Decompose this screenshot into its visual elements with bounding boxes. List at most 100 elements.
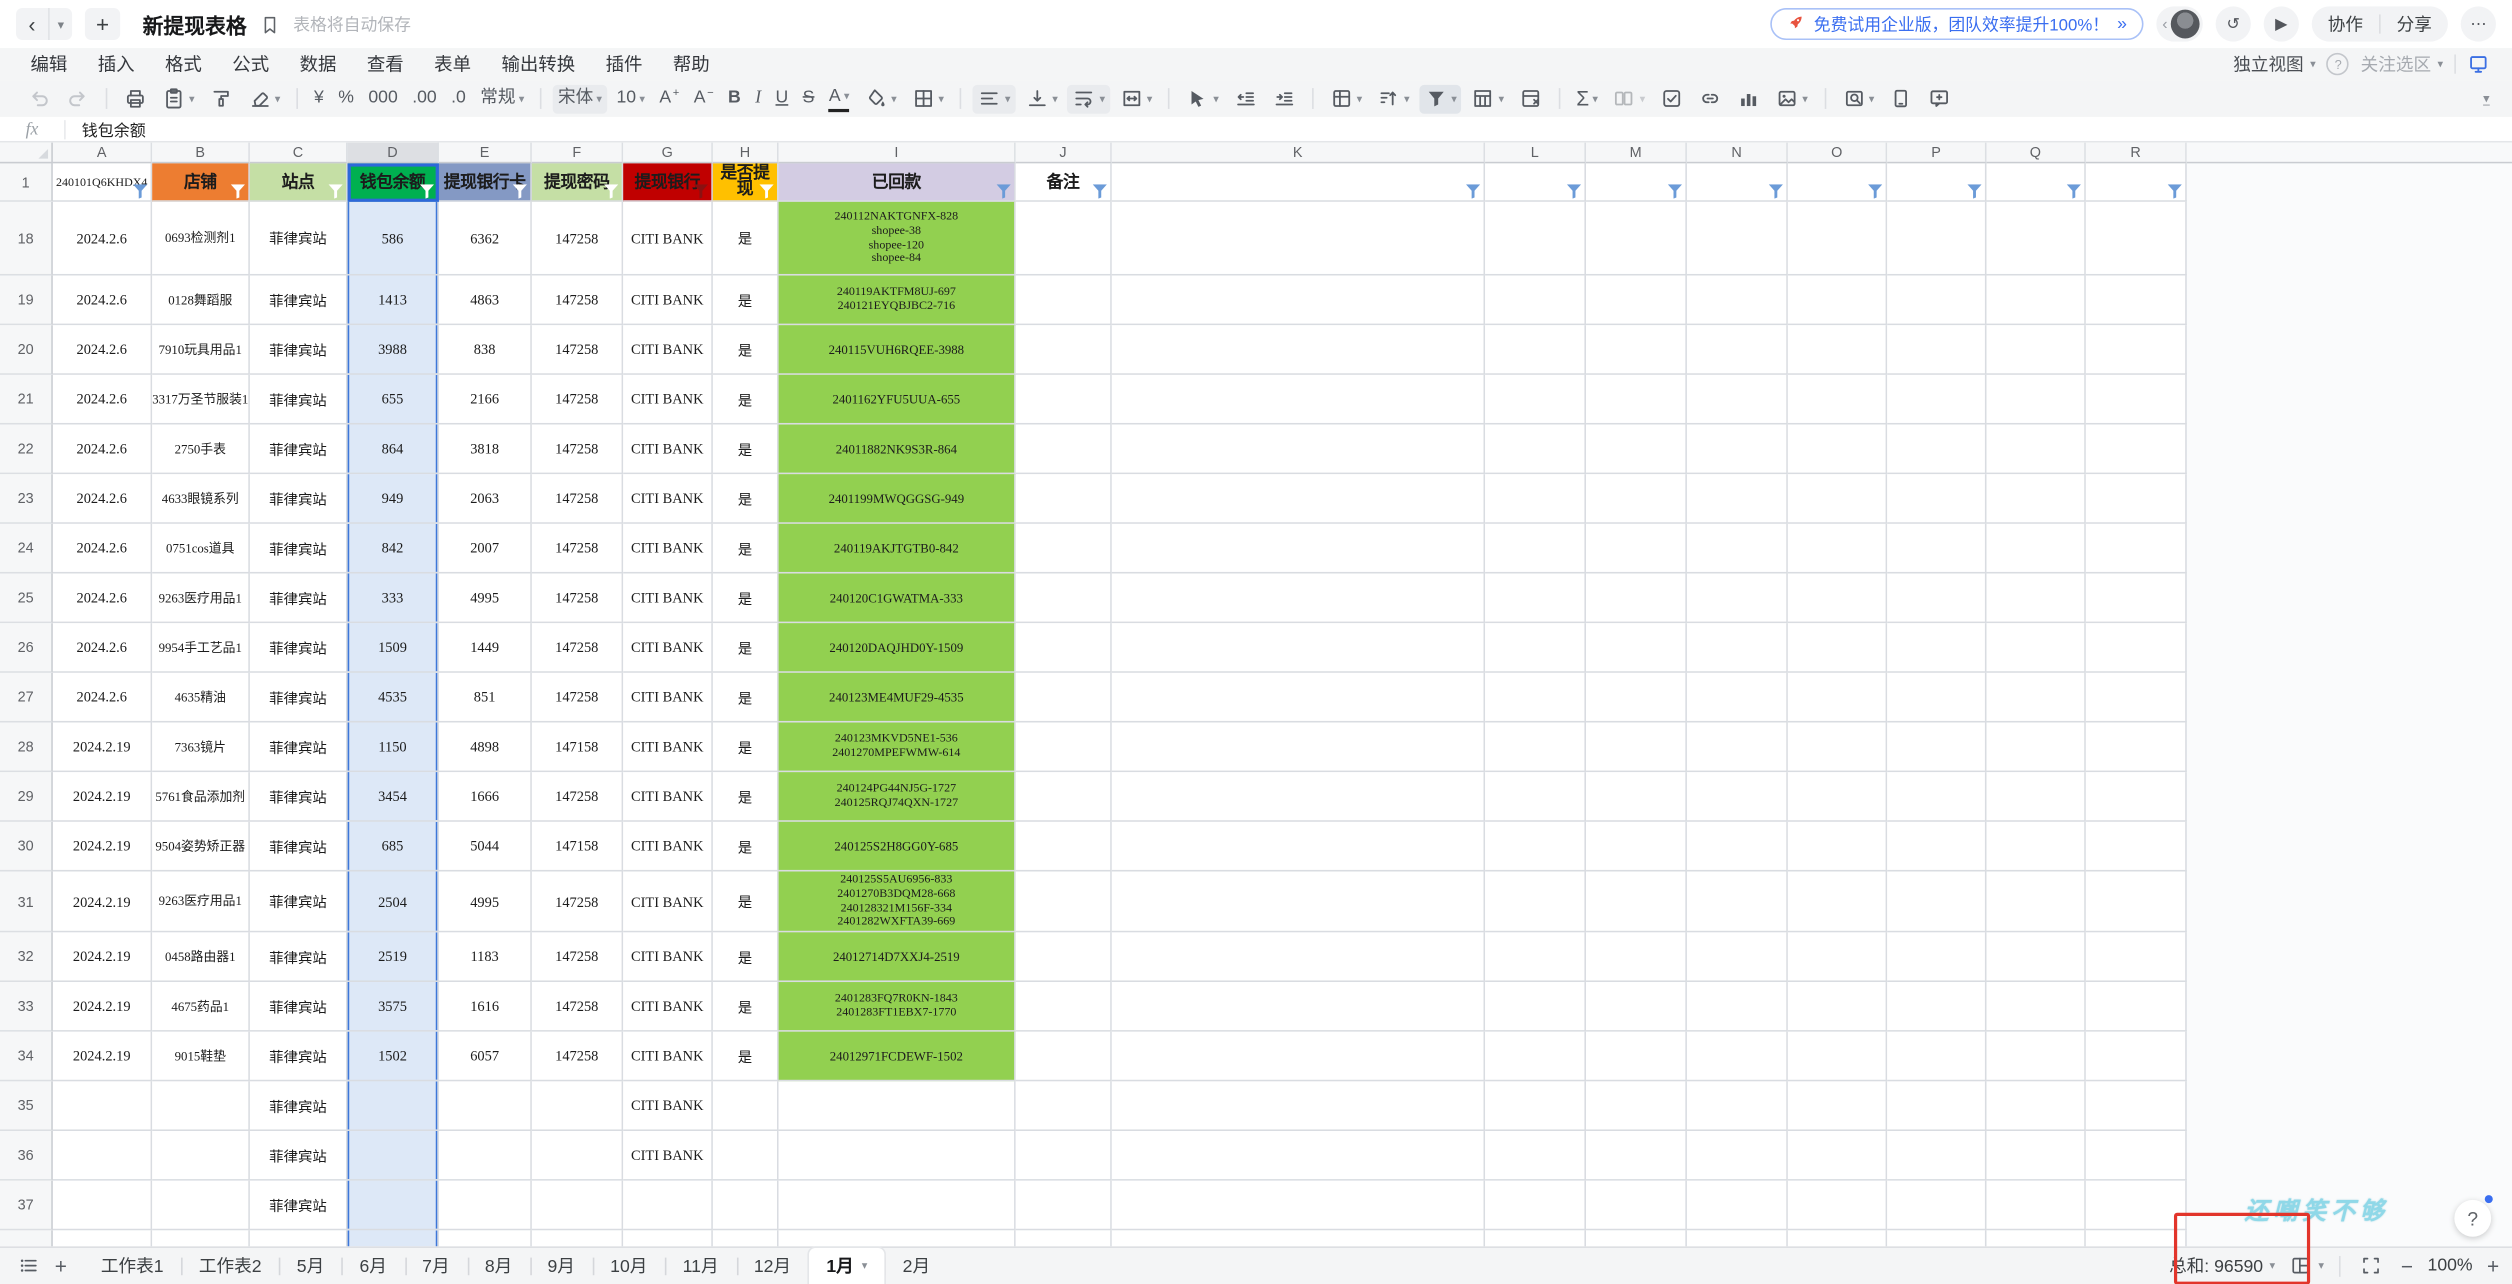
header-cell-K[interactable] <box>1112 163 1485 201</box>
cell-D20[interactable]: 3988 <box>348 325 439 375</box>
cell-C28[interactable]: 菲律宾站 <box>250 723 348 773</box>
cell-B35[interactable] <box>152 1081 250 1131</box>
cell-F27[interactable]: 147258 <box>532 673 623 723</box>
sheet-tab-3[interactable]: 5月 <box>279 1248 342 1284</box>
cell-M34[interactable] <box>1586 1032 1687 1082</box>
cell-G23[interactable]: CITI BANK <box>623 474 713 524</box>
cell-B29[interactable]: 5761食品添加剂 <box>152 772 250 822</box>
find-button[interactable]: ▾ <box>1837 84 1879 113</box>
cell-Q26[interactable] <box>1987 623 2086 673</box>
decrease-decimal-button[interactable]: .0 <box>446 84 470 113</box>
cell-K25[interactable] <box>1112 574 1485 624</box>
cell-H29[interactable]: 是 <box>713 772 779 822</box>
sheet-tab-1[interactable]: 工作表1 <box>83 1248 181 1284</box>
column-header-M[interactable]: M <box>1586 143 1687 164</box>
sheet-tab-8[interactable]: 10月 <box>593 1248 665 1284</box>
cell-I18[interactable]: 240112NAKTGNFX-828shopee-38shopee-120sho… <box>779 202 1016 276</box>
cell-J37[interactable] <box>1016 1181 1112 1231</box>
cell-E28[interactable]: 4898 <box>439 723 532 773</box>
column-header-H[interactable]: H <box>713 143 779 164</box>
hyperlink-button[interactable] <box>1693 84 1727 113</box>
cell-L25[interactable] <box>1485 574 1586 624</box>
cell-J33[interactable] <box>1016 982 1112 1032</box>
header-cell-C[interactable]: 站点 <box>250 163 348 201</box>
cell-K31[interactable] <box>1112 872 1485 933</box>
underline-button[interactable]: U <box>771 84 793 113</box>
cell-G36[interactable]: CITI BANK <box>623 1131 713 1181</box>
cell-O31[interactable] <box>1788 872 1887 933</box>
font-size-button[interactable]: 10▾ <box>612 84 650 113</box>
cell-K23[interactable] <box>1112 474 1485 524</box>
sheet-tab-7[interactable]: 9月 <box>530 1248 593 1284</box>
column-header-A[interactable]: A <box>53 143 152 164</box>
cell-R38[interactable] <box>2086 1230 2187 1246</box>
cell-I21[interactable]: 2401162YFU5UUA-655 <box>779 375 1016 425</box>
cell-D35[interactable] <box>348 1081 439 1131</box>
cell-E34[interactable]: 6057 <box>439 1032 532 1082</box>
cell-E23[interactable]: 2063 <box>439 474 532 524</box>
menu-item-4[interactable]: 公式 <box>232 51 269 77</box>
cell-D22[interactable]: 864 <box>348 425 439 475</box>
cell-Q22[interactable] <box>1987 425 2086 475</box>
zoom-level[interactable]: 100% <box>2428 1256 2473 1275</box>
cell-Q35[interactable] <box>1987 1081 2086 1131</box>
filter-funnel-icon[interactable] <box>1967 184 1981 198</box>
cell-G32[interactable]: CITI BANK <box>623 932 713 982</box>
cell-R29[interactable] <box>2086 772 2187 822</box>
cell-R28[interactable] <box>2086 723 2187 773</box>
cell-C35[interactable]: 菲律宾站 <box>250 1081 348 1131</box>
cell-E29[interactable]: 1666 <box>439 772 532 822</box>
cell-L36[interactable] <box>1485 1131 1586 1181</box>
cell-Q23[interactable] <box>1987 474 2086 524</box>
cell-P30[interactable] <box>1887 822 1986 872</box>
cell-G34[interactable]: CITI BANK <box>623 1032 713 1082</box>
header-cell-B[interactable]: 店铺 <box>152 163 250 201</box>
cell-E38[interactable] <box>439 1230 532 1246</box>
cell-N35[interactable] <box>1687 1081 1788 1131</box>
cell-Q21[interactable] <box>1987 375 2086 425</box>
cell-B34[interactable]: 9015鞋垫 <box>152 1032 250 1082</box>
cell-M24[interactable] <box>1586 524 1687 574</box>
cell-D38[interactable] <box>348 1230 439 1246</box>
menu-item-6[interactable]: 查看 <box>367 51 404 77</box>
cell-A19[interactable]: 2024.2.6 <box>53 276 152 326</box>
cell-L27[interactable] <box>1485 673 1586 723</box>
cell-J25[interactable] <box>1016 574 1112 624</box>
cell-E36[interactable] <box>439 1131 532 1181</box>
cell-D37[interactable] <box>348 1181 439 1231</box>
cell-L23[interactable] <box>1485 474 1586 524</box>
cell-H33[interactable]: 是 <box>713 982 779 1032</box>
cell-L30[interactable] <box>1485 822 1586 872</box>
header-cell-D[interactable]: 钱包余额 <box>348 163 439 201</box>
cell-I24[interactable]: 240119AKJTGTB0-842 <box>779 524 1016 574</box>
slicer-button[interactable] <box>1514 84 1548 113</box>
sheet-list-icon[interactable] <box>13 1250 45 1282</box>
cell-A34[interactable]: 2024.2.19 <box>53 1032 152 1082</box>
cell-C24[interactable]: 菲律宾站 <box>250 524 348 574</box>
cell-G24[interactable]: CITI BANK <box>623 524 713 574</box>
cell-N21[interactable] <box>1687 375 1788 425</box>
menu-item-5[interactable]: 数据 <box>300 51 337 77</box>
row-header-26[interactable]: 26 <box>0 623 53 673</box>
header-cell-G[interactable]: 提现银行 <box>623 163 713 201</box>
cell-I36[interactable] <box>779 1131 1016 1181</box>
cell-C30[interactable]: 菲律宾站 <box>250 822 348 872</box>
cell-I38[interactable] <box>779 1230 1016 1246</box>
chart-button[interactable] <box>1732 84 1766 113</box>
cell-L33[interactable] <box>1485 982 1586 1032</box>
menu-item-10[interactable]: 帮助 <box>673 51 710 77</box>
cell-D31[interactable]: 2504 <box>348 872 439 933</box>
cell-I27[interactable]: 240123ME4MUF29-4535 <box>779 673 1016 723</box>
cell-Q34[interactable] <box>1987 1032 2086 1082</box>
cell-I30[interactable]: 240125S2H8GG0Y-685 <box>779 822 1016 872</box>
cell-Q18[interactable] <box>1987 202 2086 276</box>
cell-E37[interactable] <box>439 1181 532 1231</box>
column-header-J[interactable]: J <box>1016 143 1112 164</box>
column-header-N[interactable]: N <box>1687 143 1788 164</box>
cell-B25[interactable]: 9263医疗用品1 <box>152 574 250 624</box>
more-button[interactable]: ⋯ <box>2461 6 2496 41</box>
cell-C21[interactable]: 菲律宾站 <box>250 375 348 425</box>
cell-A30[interactable]: 2024.2.19 <box>53 822 152 872</box>
filter-funnel-icon[interactable] <box>2168 184 2182 198</box>
cell-K32[interactable] <box>1112 932 1485 982</box>
